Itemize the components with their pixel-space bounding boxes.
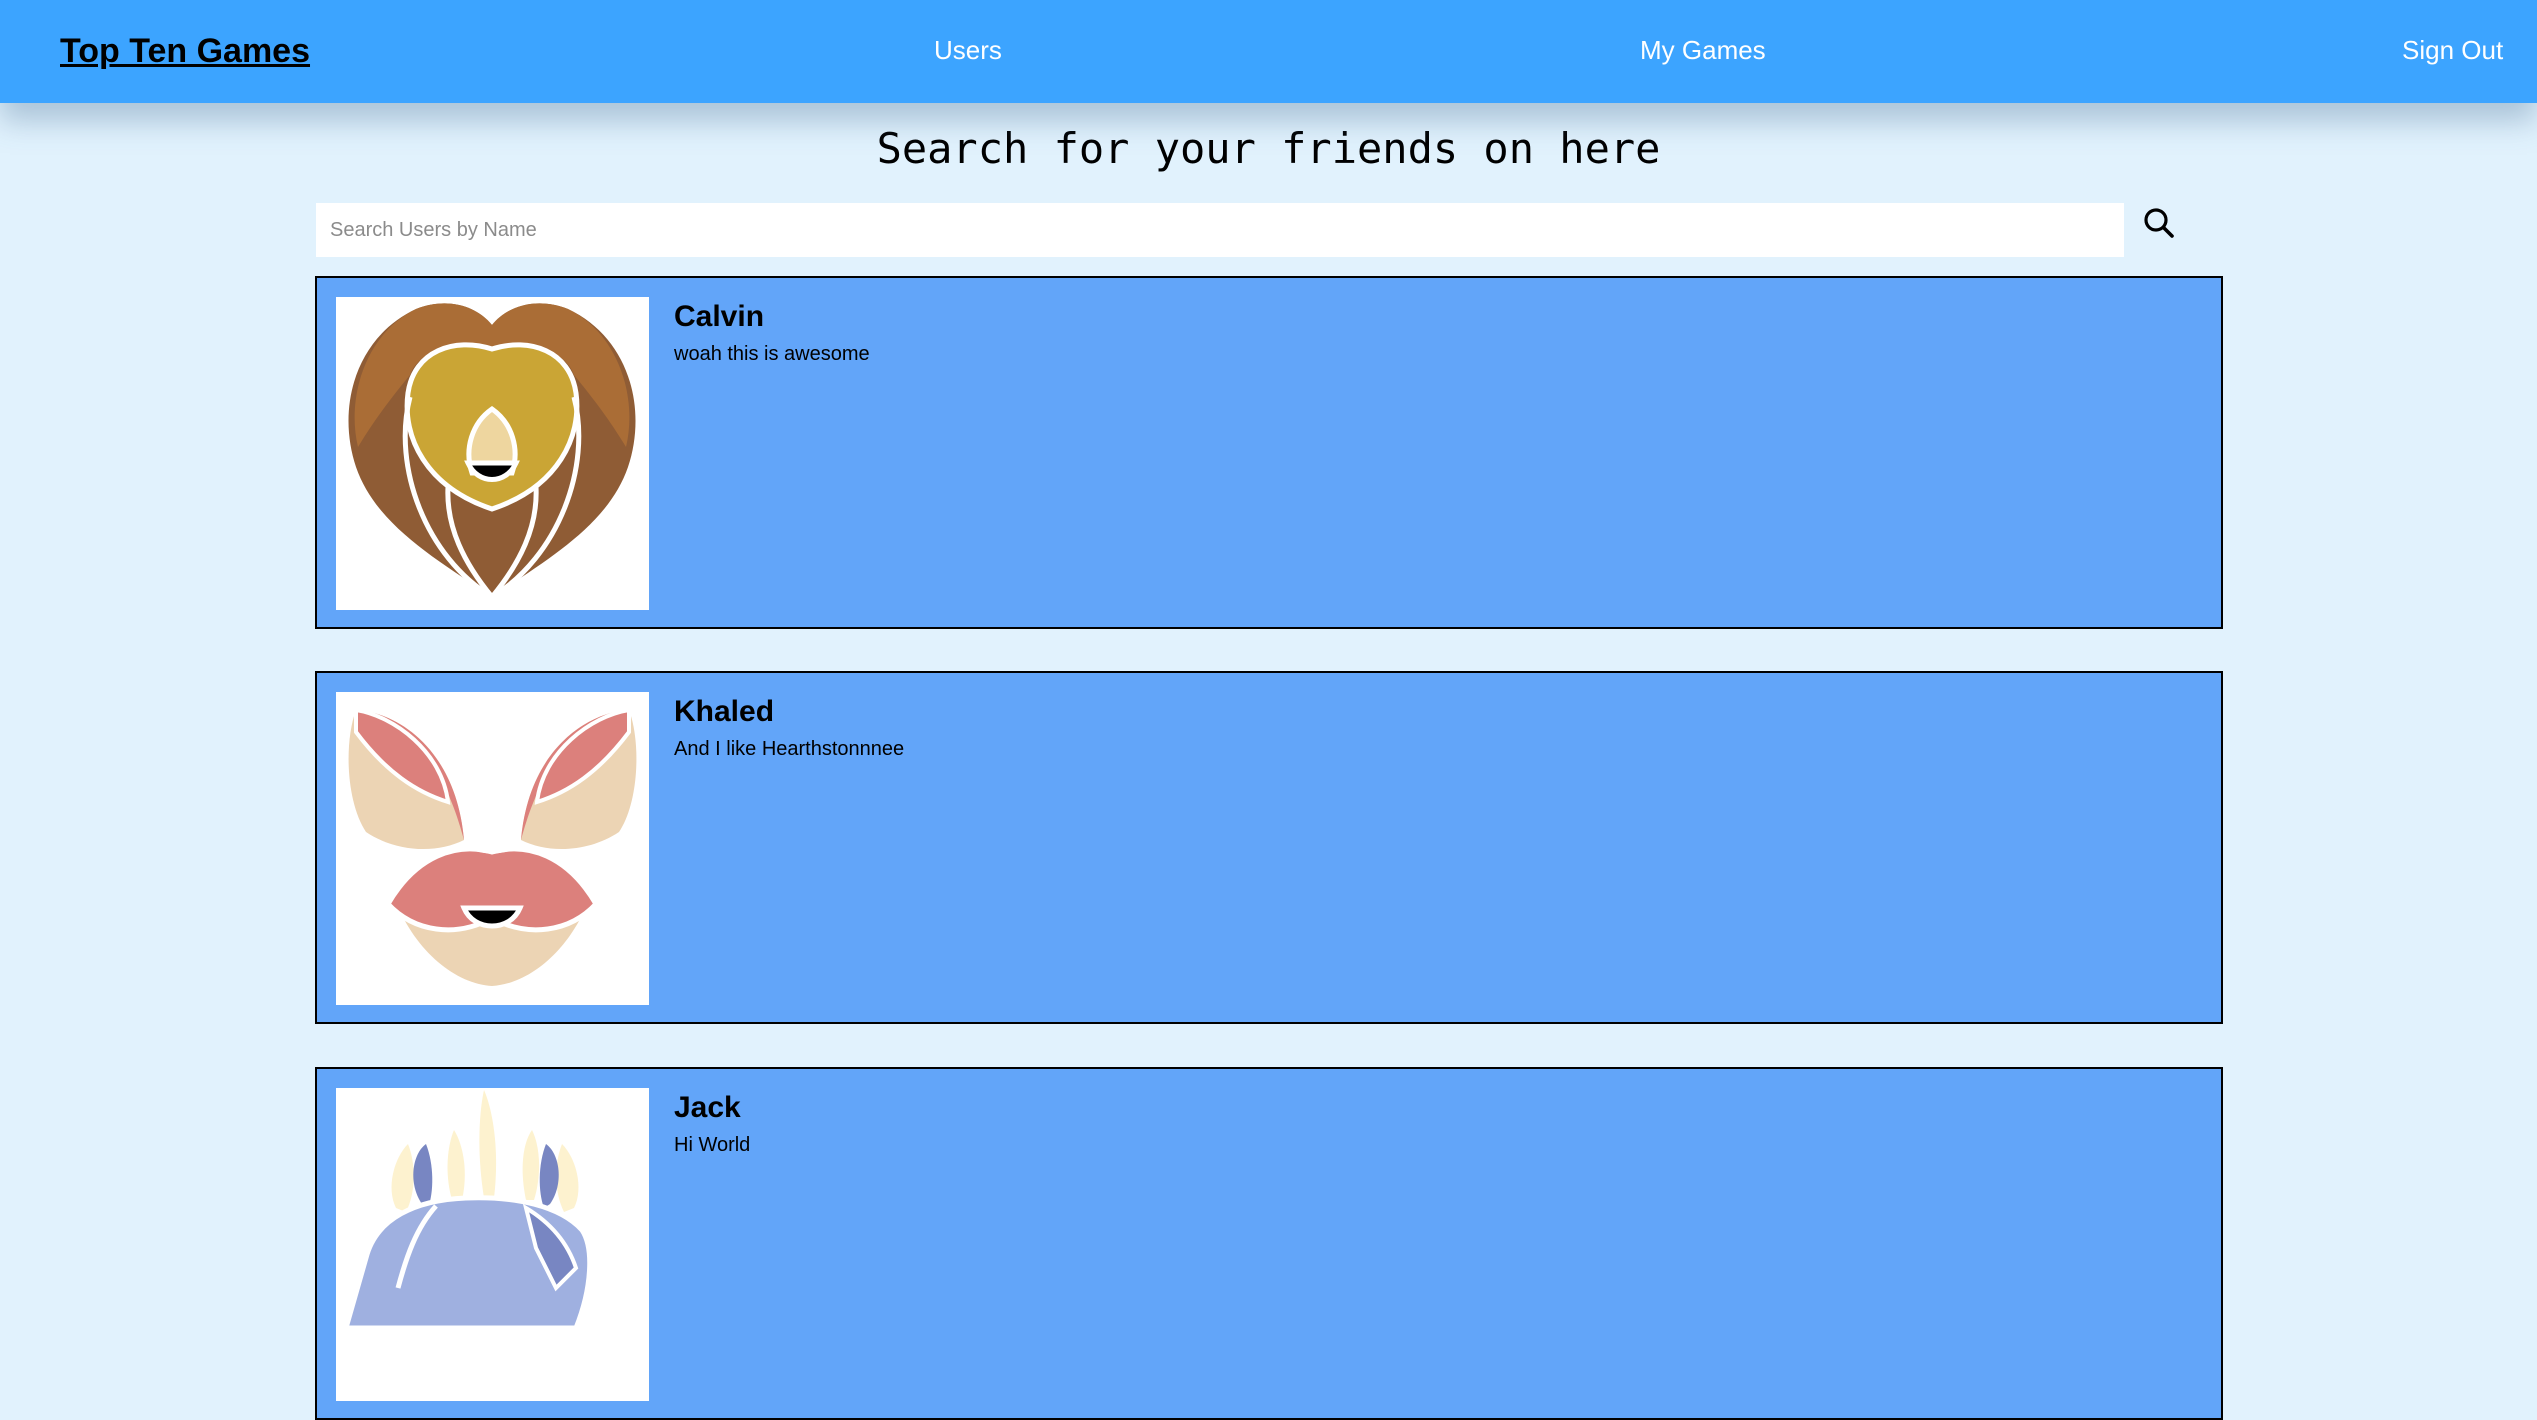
user-bio: And I like Hearthstonnnee bbox=[674, 738, 905, 760]
user-card[interactable]: Khaled And I like Hearthstonnnee bbox=[315, 671, 2223, 1024]
user-card[interactable]: Calvin woah this is awesome bbox=[315, 276, 2223, 629]
user-name: Jack bbox=[674, 1091, 741, 1124]
search-input[interactable] bbox=[316, 203, 2124, 257]
search-button[interactable] bbox=[2142, 206, 2178, 242]
user-name: Calvin bbox=[674, 300, 765, 333]
page-title: Search for your friends on here bbox=[876, 124, 1661, 173]
lion-avatar-icon bbox=[348, 303, 636, 600]
top-navbar: Top Ten Games Users My Games Sign Out bbox=[0, 0, 2537, 103]
rabbit-avatar-icon bbox=[348, 707, 637, 986]
user-bio: Hi World bbox=[674, 1134, 751, 1156]
avatar bbox=[336, 692, 649, 1005]
nav-sign-out-link[interactable]: Sign Out bbox=[2402, 35, 2503, 66]
avatar bbox=[336, 297, 649, 610]
avatar bbox=[336, 1088, 649, 1401]
search-icon bbox=[2144, 208, 2174, 238]
user-card[interactable]: Jack Hi World bbox=[315, 1067, 2223, 1420]
nav-users-link[interactable]: Users bbox=[934, 35, 1002, 66]
user-bio: woah this is awesome bbox=[674, 343, 870, 365]
unicorn-avatar-icon bbox=[342, 1090, 593, 1331]
brand-link[interactable]: Top Ten Games bbox=[60, 32, 310, 71]
nav-my-games-link[interactable]: My Games bbox=[1640, 35, 1766, 66]
user-name: Khaled bbox=[674, 695, 775, 728]
